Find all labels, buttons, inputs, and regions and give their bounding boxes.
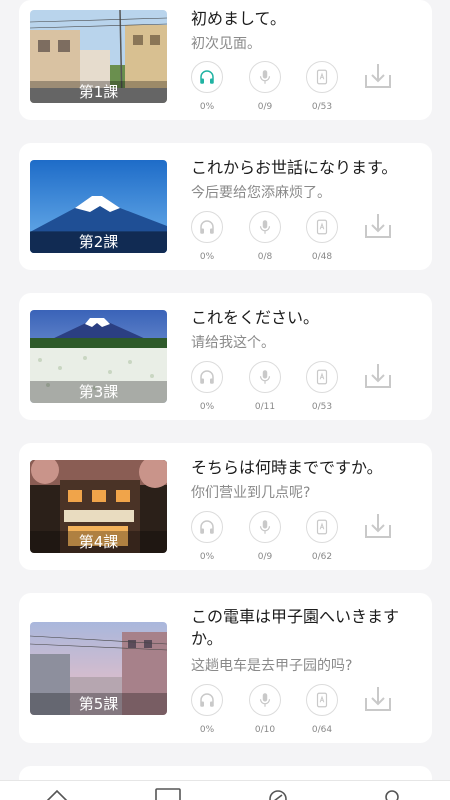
listen-count: 0% xyxy=(199,402,215,412)
headphones-icon xyxy=(200,70,214,84)
flashcard-icon xyxy=(316,219,328,235)
listen-progress[interactable]: 0% xyxy=(187,511,227,563)
download-icon xyxy=(365,364,391,388)
lesson-thumbnail: 第2課 xyxy=(30,160,167,253)
compass-icon xyxy=(269,790,287,800)
bottom-tab-bar xyxy=(0,780,450,800)
flashcard-icon xyxy=(316,692,328,708)
tab-profile[interactable] xyxy=(377,787,407,800)
book-icon xyxy=(155,788,181,800)
flashcard-icon xyxy=(316,519,328,535)
lesson-subtitle: 你们营业到几点呢? xyxy=(191,485,311,501)
download-button[interactable] xyxy=(362,361,394,393)
lesson-card-3[interactable]: 第3課 これをください。 请给我这个。 0% 0/11 0/53 xyxy=(19,293,432,420)
words-progress[interactable]: 0/53 xyxy=(302,361,342,413)
lesson-subtitle: 初次见面。 xyxy=(191,36,261,52)
download-icon xyxy=(365,214,391,238)
lesson-title: この電車は甲子園へいきますか。 xyxy=(191,607,400,648)
speak-count: 0/9 xyxy=(257,102,273,112)
listen-count: 0% xyxy=(199,552,215,562)
lesson-subtitle: 今后要给您添麻烦了。 xyxy=(191,185,331,201)
microphone-icon xyxy=(259,220,271,234)
listen-progress[interactable]: 0% xyxy=(187,61,227,113)
download-icon xyxy=(365,514,391,538)
lesson-title: これをください。 xyxy=(191,308,320,327)
headphones-icon xyxy=(200,693,214,707)
words-count: 0/53 xyxy=(311,102,333,112)
download-icon xyxy=(365,64,391,88)
lesson-card-4[interactable]: 第4課 そちらは何時までですか。 你们营业到几点呢? 0% 0/9 0/62 xyxy=(19,443,432,570)
tab-home[interactable] xyxy=(42,787,72,800)
lesson-subtitle: 请给我这个。 xyxy=(191,335,275,351)
listen-progress[interactable]: 0% xyxy=(187,211,227,263)
tab-discover[interactable] xyxy=(263,787,293,800)
words-count: 0/64 xyxy=(311,725,333,735)
microphone-icon xyxy=(259,520,271,534)
listen-progress[interactable]: 0% xyxy=(187,684,227,736)
download-button[interactable] xyxy=(362,511,394,543)
lesson-title: そちらは何時までですか。 xyxy=(191,458,383,477)
speak-progress[interactable]: 0/9 xyxy=(245,511,285,563)
flashcard-icon xyxy=(316,369,328,385)
speak-progress[interactable]: 0/10 xyxy=(245,684,285,736)
lesson-number: 第5課 xyxy=(30,693,167,715)
lesson-card-1[interactable]: 第1課 初めまして。 初次见面。 0% 0/9 0/53 xyxy=(19,0,432,120)
speak-count: 0/10 xyxy=(254,725,276,735)
download-button[interactable] xyxy=(362,61,394,93)
headphones-icon xyxy=(200,220,214,234)
lesson-title: 初めまして。 xyxy=(191,9,287,28)
download-button[interactable] xyxy=(362,211,394,243)
speak-progress[interactable]: 0/11 xyxy=(245,361,285,413)
listen-progress[interactable]: 0% xyxy=(187,361,227,413)
words-progress[interactable]: 0/62 xyxy=(302,511,342,563)
download-icon xyxy=(365,687,391,711)
lesson-thumbnail: 第3課 xyxy=(30,310,167,403)
lesson-number: 第4課 xyxy=(30,531,167,553)
profile-icon xyxy=(385,790,399,800)
lesson-subtitle: 这趟电车是去甲子园的吗? xyxy=(191,658,353,674)
download-button[interactable] xyxy=(362,684,394,716)
flashcard-icon xyxy=(316,69,328,85)
home-icon xyxy=(46,789,68,800)
tab-lessons[interactable] xyxy=(153,787,183,800)
lesson-title: これからお世話になります。 xyxy=(191,158,398,177)
microphone-icon xyxy=(259,70,271,84)
microphone-icon xyxy=(259,693,271,707)
headphones-icon xyxy=(200,370,214,384)
lesson-number: 第1課 xyxy=(30,81,167,103)
listen-count: 0% xyxy=(199,725,215,735)
speak-count: 0/11 xyxy=(254,402,276,412)
headphones-icon xyxy=(200,520,214,534)
listen-count: 0% xyxy=(199,252,215,262)
words-progress[interactable]: 0/53 xyxy=(302,61,342,113)
speak-count: 0/8 xyxy=(257,252,273,262)
lesson-thumbnail: 第1課 xyxy=(30,10,167,103)
microphone-icon xyxy=(259,370,271,384)
lesson-thumbnail: 第5課 xyxy=(30,622,167,715)
words-progress[interactable]: 0/64 xyxy=(302,684,342,736)
words-count: 0/62 xyxy=(311,552,333,562)
words-count: 0/53 xyxy=(311,402,333,412)
words-count: 0/48 xyxy=(311,252,333,262)
lesson-card-2[interactable]: 第2課 これからお世話になります。 今后要给您添麻烦了。 0% 0/8 0/48 xyxy=(19,143,432,270)
lesson-thumbnail: 第4課 xyxy=(30,460,167,553)
listen-count: 0% xyxy=(199,102,215,112)
lesson-number: 第2課 xyxy=(30,231,167,253)
speak-count: 0/9 xyxy=(257,552,273,562)
lesson-number: 第3課 xyxy=(30,381,167,403)
speak-progress[interactable]: 0/9 xyxy=(245,61,285,113)
words-progress[interactable]: 0/48 xyxy=(302,211,342,263)
speak-progress[interactable]: 0/8 xyxy=(245,211,285,263)
lesson-card-5[interactable]: 第5課 この電車は甲子園へいきますか。 这趟电车是去甲子园的吗? 0% 0/10… xyxy=(19,593,432,743)
